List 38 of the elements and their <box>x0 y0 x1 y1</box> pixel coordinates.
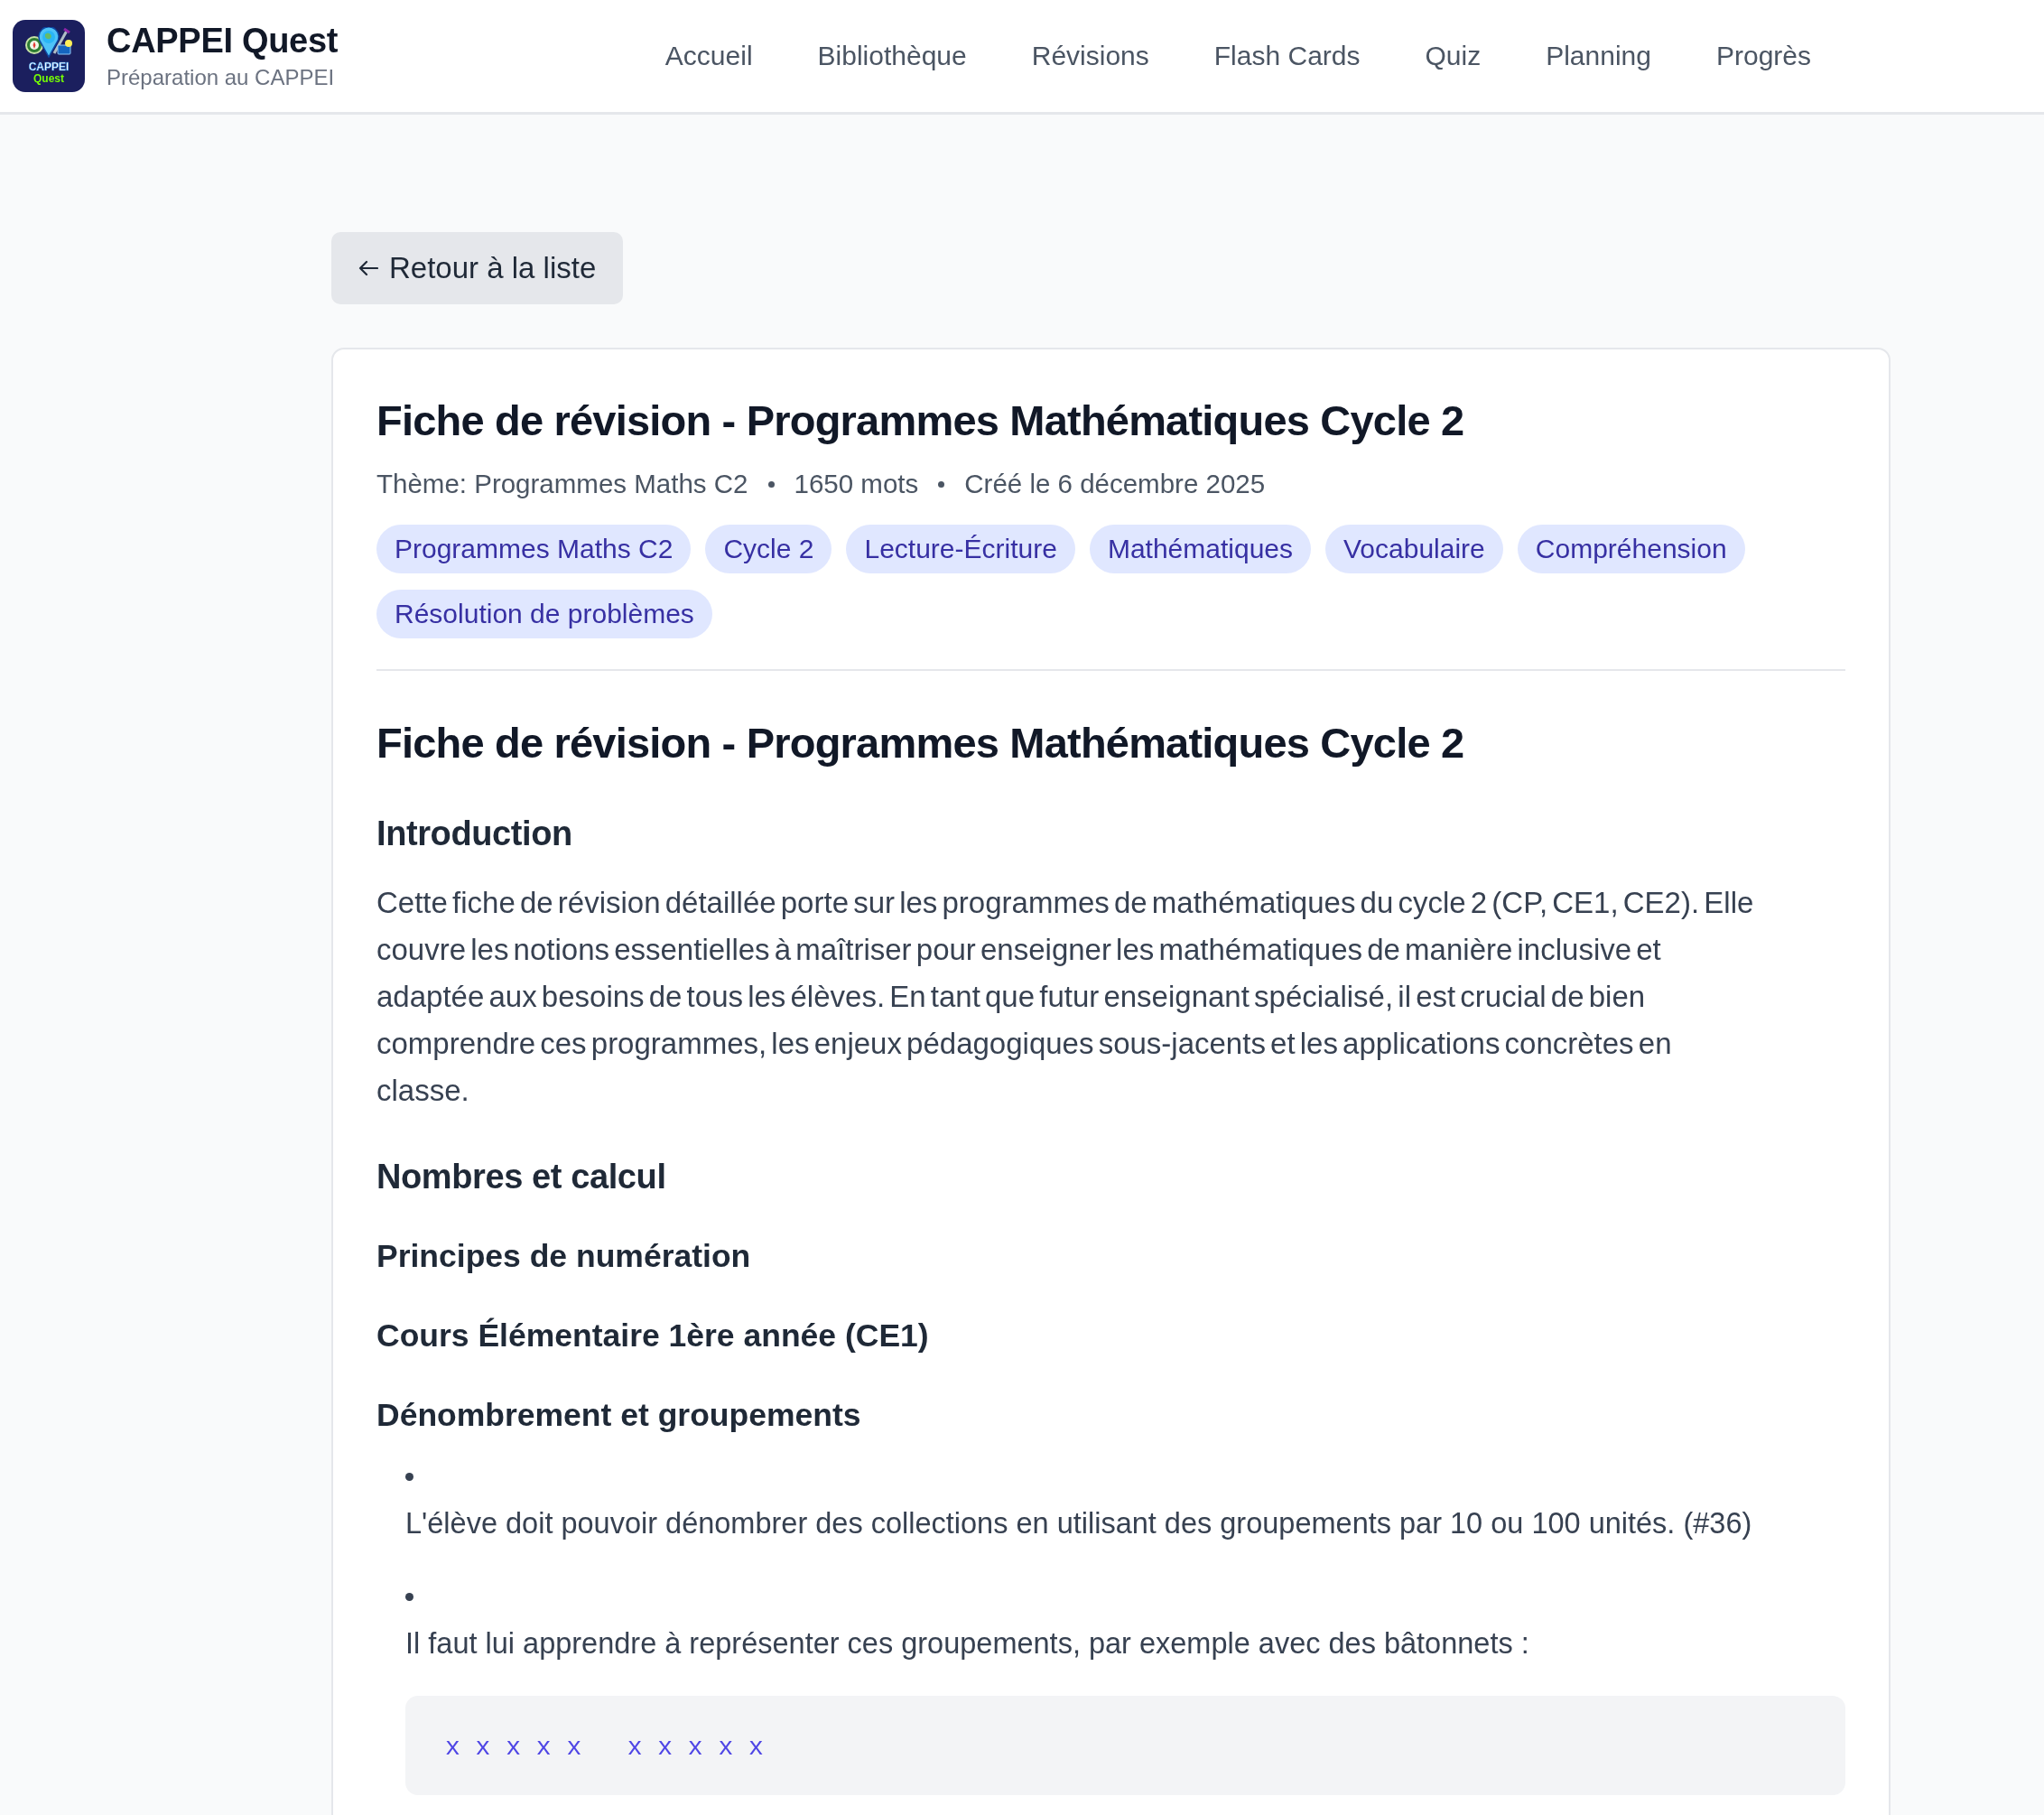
app-title: CAPPEI Quest <box>107 21 339 60</box>
subsection-heading: Principes de numération <box>376 1237 752 1276</box>
nav-link[interactable]: Planning <box>1546 41 1651 71</box>
nav-link[interactable]: Flash Cards <box>1213 41 1361 71</box>
tag: Mathématiques <box>1089 525 1311 573</box>
section-heading: Nombres et calcul <box>376 1157 667 1197</box>
tag: Compréhension <box>1517 525 1745 573</box>
nav-link[interactable]: Quiz <box>1425 41 1482 71</box>
bullet-icon <box>405 1472 413 1481</box>
nav-link[interactable]: Bibliothèque <box>817 41 967 71</box>
list-item-text: Il faut lui apprendre à représenter ces groupements, par exemple avec des bâtonnets : <box>405 1626 1530 1661</box>
tag: Résolution de problèmes <box>376 590 712 638</box>
logo-text: CAPPEI <box>28 61 70 73</box>
back-button[interactable]: Retour à la liste <box>331 232 624 304</box>
subsection-heading: Cours Élémentaire 1ère année (CE1) <box>376 1317 930 1355</box>
tag: Cycle 2 <box>705 525 832 573</box>
list-item-text: L'élève doit pouvoir dénombrer des collections en utilisant des groupements par 10 ou 100 unités. (#36) <box>405 1506 1753 1541</box>
code-block: x x x x x x x x x x <box>405 1696 1845 1795</box>
app-subtitle: Préparation au CAPPEI <box>107 64 336 91</box>
content-heading: Fiche de révision - Programmes Mathématiques Cycle 2 <box>376 718 1465 768</box>
nav-link[interactable]: Progrès <box>1715 41 1811 71</box>
bullet-icon <box>405 1592 413 1601</box>
arrow-left-icon <box>358 260 378 276</box>
separator-dot-icon <box>938 480 945 488</box>
paragraph: Cette fiche de révision détaillée porte sur les programmes de mathématiques du cycle 2 (CP, CE1, CE2). Elle couvre les notions essentielles à maîtriser pour enseigner les mathématiques de manière inclusive et adaptée aux besoins de tous les élèves. En tant que futur enseignant spécialisé, il est crucial de bien comprendre ces programmes, les enjeux pédagogiques sous-jacents et les applications concrètes en classe. <box>376 885 1755 1109</box>
tag: Programmes Maths C2 <box>376 525 692 573</box>
meta-info: 1650 mots <box>794 468 919 500</box>
section-heading: Introduction <box>376 814 573 854</box>
meta-info: Créé le 6 décembre 2025 <box>964 468 1266 500</box>
tag: Vocabulaire <box>1325 525 1503 573</box>
sheet-title: Fiche de révision - Programmes Mathématiques Cycle 2 <box>376 396 1465 446</box>
nav-link[interactable]: Révisions <box>1031 41 1149 71</box>
logo-text: Quest <box>33 73 64 85</box>
meta-info: Thème: Programmes Maths C2 <box>376 468 748 500</box>
nav-link[interactable]: Accueil <box>664 41 753 71</box>
separator-dot-icon <box>767 480 775 488</box>
subsection-heading: Dénombrement et groupements <box>376 1396 862 1435</box>
tag: Lecture-Écriture <box>846 525 1075 573</box>
